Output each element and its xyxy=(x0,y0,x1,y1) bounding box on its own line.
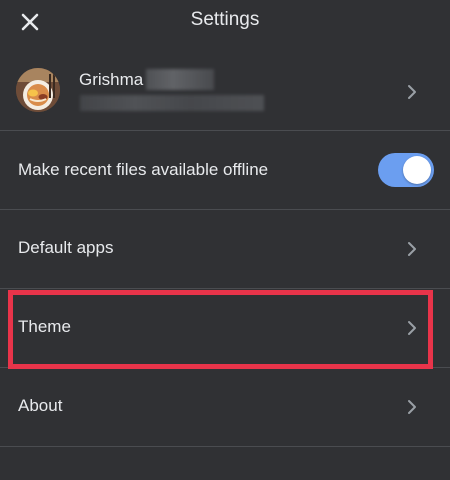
toggle-knob xyxy=(403,156,431,184)
theme-row[interactable]: Theme xyxy=(0,289,450,367)
chevron-right-icon xyxy=(408,400,416,414)
offline-label: Make recent files available offline xyxy=(18,160,269,179)
avatar xyxy=(16,68,60,112)
chevron-right-icon xyxy=(408,242,416,256)
offline-toggle[interactable] xyxy=(378,153,434,187)
avatar-photo-icon xyxy=(16,68,60,112)
settings-screen: Settings Grishma Make recent files avail… xyxy=(0,0,450,480)
redacted-email xyxy=(80,95,264,111)
account-row[interactable] xyxy=(0,44,450,130)
divider xyxy=(0,446,450,447)
page-title: Settings xyxy=(190,9,260,30)
default-apps-row[interactable]: Default apps xyxy=(0,210,450,288)
chevron-right-icon xyxy=(408,321,416,335)
header: Settings xyxy=(0,0,450,44)
chevron-right-icon xyxy=(408,85,416,99)
theme-label: Theme xyxy=(18,317,71,336)
about-label: About xyxy=(18,396,63,415)
redacted-name xyxy=(146,69,214,90)
about-row[interactable]: About xyxy=(0,368,450,446)
default-apps-label: Default apps xyxy=(18,238,114,257)
account-name: Grishma xyxy=(79,70,144,89)
